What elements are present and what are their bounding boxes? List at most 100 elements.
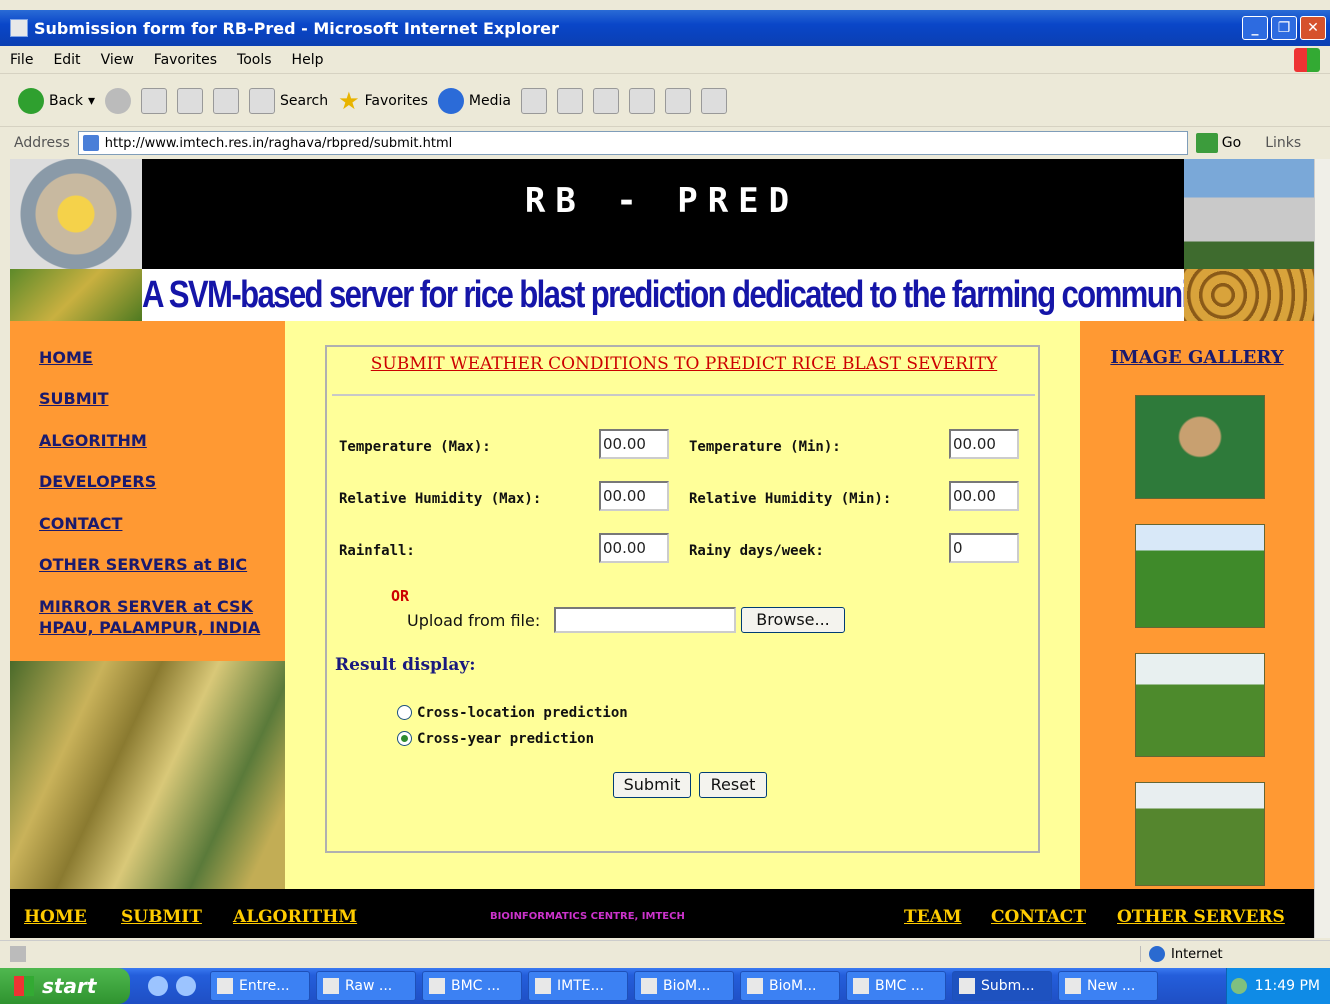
site-title: RB - PRED — [524, 181, 800, 221]
gallery-title[interactable]: IMAGE GALLERY — [1080, 347, 1314, 368]
close-icon[interactable]: ✕ — [1300, 16, 1326, 40]
menu-file[interactable]: File — [10, 52, 33, 68]
site-banner: A SVM-based server for rice blast predic… — [10, 269, 1314, 321]
forward-arrow-icon[interactable] — [105, 87, 132, 114]
rh-min-input[interactable]: 00.00 — [949, 481, 1019, 511]
menu-favorites[interactable]: Favorites — [154, 52, 217, 68]
history-icon[interactable] — [520, 87, 547, 114]
restore-icon[interactable]: ❐ — [1271, 16, 1297, 40]
gallery-image-field[interactable] — [1135, 524, 1265, 628]
menu-view[interactable]: View — [101, 52, 134, 68]
footer-algorithm-link[interactable]: ALGORITHM — [233, 907, 357, 927]
task-button[interactable]: BMC ... — [846, 971, 946, 1001]
task-button[interactable]: BMC ... — [422, 971, 522, 1001]
search-button[interactable]: Search — [249, 87, 329, 114]
stop-icon[interactable] — [141, 87, 168, 114]
home-icon[interactable] — [213, 87, 240, 114]
address-input[interactable]: http://www.imtech.res.in/raghava/rbpred/… — [77, 131, 1188, 155]
gallery-image-plot[interactable] — [1135, 782, 1265, 886]
zone-label: Internet — [1171, 946, 1223, 962]
task-label: Subm... — [981, 978, 1035, 994]
task-button[interactable]: Entre... — [210, 971, 310, 1001]
back-arrow-icon — [18, 87, 44, 114]
start-button[interactable]: start — [0, 968, 130, 1004]
links-button[interactable]: Links — [1265, 135, 1301, 151]
footer-team-link[interactable]: TEAM — [904, 907, 962, 927]
task-label: Raw ... — [345, 978, 393, 994]
task-label: BMC ... — [875, 978, 925, 994]
footer-bic-text: BIOINFORMATICS CENTRE, IMTECH — [490, 911, 685, 922]
task-label: BMC ... — [451, 978, 501, 994]
nav-mirror-server[interactable]: MIRROR SERVER at CSK — [39, 596, 253, 617]
cross-year-radio[interactable] — [397, 731, 412, 746]
quick-launch-outlook-icon[interactable] — [176, 976, 196, 996]
go-button[interactable]: Go — [1195, 133, 1241, 153]
rainy-days-label: Rainy days/week: — [689, 543, 824, 559]
quick-launch-ie-icon[interactable] — [148, 976, 168, 996]
nav-other-servers[interactable]: OTHER SERVERS at BIC — [39, 554, 247, 575]
temp-min-input[interactable]: 00.00 — [949, 429, 1019, 459]
cross-location-radio[interactable] — [397, 705, 412, 720]
rainfall-input[interactable]: 00.00 — [599, 533, 669, 563]
browse-button[interactable]: Browse... — [741, 607, 845, 633]
task-label: New ... — [1087, 978, 1136, 994]
nav-mirror-server-location[interactable]: HPAU, PALAMPUR, INDIA — [39, 617, 260, 638]
task-button[interactable]: BioM... — [740, 971, 840, 1001]
discuss-icon[interactable] — [664, 87, 691, 114]
go-arrow-icon — [1195, 133, 1218, 153]
messenger-icon[interactable] — [700, 87, 727, 114]
address-label: Address — [14, 135, 70, 151]
edit-word-icon[interactable] — [628, 87, 655, 114]
chevron-down-icon[interactable]: ▾ — [88, 93, 95, 109]
menu-tools[interactable]: Tools — [237, 52, 272, 68]
cross-year-label[interactable]: Cross-year prediction — [417, 731, 594, 747]
nav-submit[interactable]: SUBMIT — [39, 388, 109, 409]
minimize-icon[interactable]: _ — [1242, 16, 1268, 40]
nav-contact[interactable]: CONTACT — [39, 513, 122, 534]
menu-help[interactable]: Help — [292, 52, 324, 68]
status-bar: Internet — [0, 940, 1330, 966]
title-bar[interactable]: Submission form for RB-Pred - Microsoft … — [0, 10, 1330, 46]
temp-max-input[interactable]: 00.00 — [599, 429, 669, 459]
task-button[interactable]: Raw ... — [316, 971, 416, 1001]
task-button[interactable]: BioM... — [634, 971, 734, 1001]
submit-button[interactable]: Submit — [613, 772, 691, 798]
institute-building-image — [1184, 159, 1314, 269]
footer-other-servers-link[interactable]: OTHER SERVERS — [1117, 907, 1285, 927]
task-button[interactable]: New ... — [1058, 971, 1158, 1001]
nav-developers[interactable]: DEVELOPERS — [39, 471, 156, 492]
rice-grain-image — [1184, 269, 1314, 321]
rh-max-input[interactable]: 00.00 — [599, 481, 669, 511]
nav-algorithm[interactable]: ALGORITHM — [39, 430, 147, 451]
back-button[interactable]: Back ▾ — [18, 87, 95, 114]
network-icon[interactable] — [1230, 978, 1247, 994]
task-button[interactable]: IMTE... — [528, 971, 628, 1001]
footer-submit-link[interactable]: SUBMIT — [121, 907, 202, 927]
task-label: IMTE... — [557, 978, 604, 994]
start-label: start — [42, 974, 97, 998]
back-label: Back — [49, 92, 83, 109]
footer-home-link[interactable]: HOME — [24, 907, 87, 927]
rainy-days-input[interactable]: 0 — [949, 533, 1019, 563]
globe-icon — [1149, 946, 1165, 962]
ie-icon — [641, 978, 657, 994]
cross-location-label[interactable]: Cross-location prediction — [417, 705, 628, 721]
ie-icon — [959, 978, 975, 994]
mail-icon[interactable] — [556, 87, 583, 114]
upload-file-input[interactable] — [554, 607, 736, 633]
media-button[interactable]: Media — [437, 87, 511, 114]
temp-min-label: Temperature (Min): — [689, 439, 841, 455]
address-url: http://www.imtech.res.in/raghava/rbpred/… — [104, 135, 453, 151]
nav-home[interactable]: HOME — [39, 347, 93, 368]
task-button-active[interactable]: Subm... — [952, 971, 1052, 1001]
gallery-image-weather-station[interactable] — [1135, 653, 1265, 757]
footer-contact-link[interactable]: CONTACT — [991, 907, 1086, 927]
gallery-image-blast-leaf[interactable] — [1135, 395, 1265, 499]
vertical-scrollbar[interactable] — [1314, 159, 1330, 938]
menu-edit[interactable]: Edit — [53, 52, 80, 68]
search-label: Search — [280, 92, 329, 109]
favorites-button[interactable]: ★ Favorites — [338, 87, 428, 115]
refresh-icon[interactable] — [177, 87, 204, 114]
print-icon[interactable] — [592, 87, 619, 114]
reset-button[interactable]: Reset — [699, 772, 767, 798]
